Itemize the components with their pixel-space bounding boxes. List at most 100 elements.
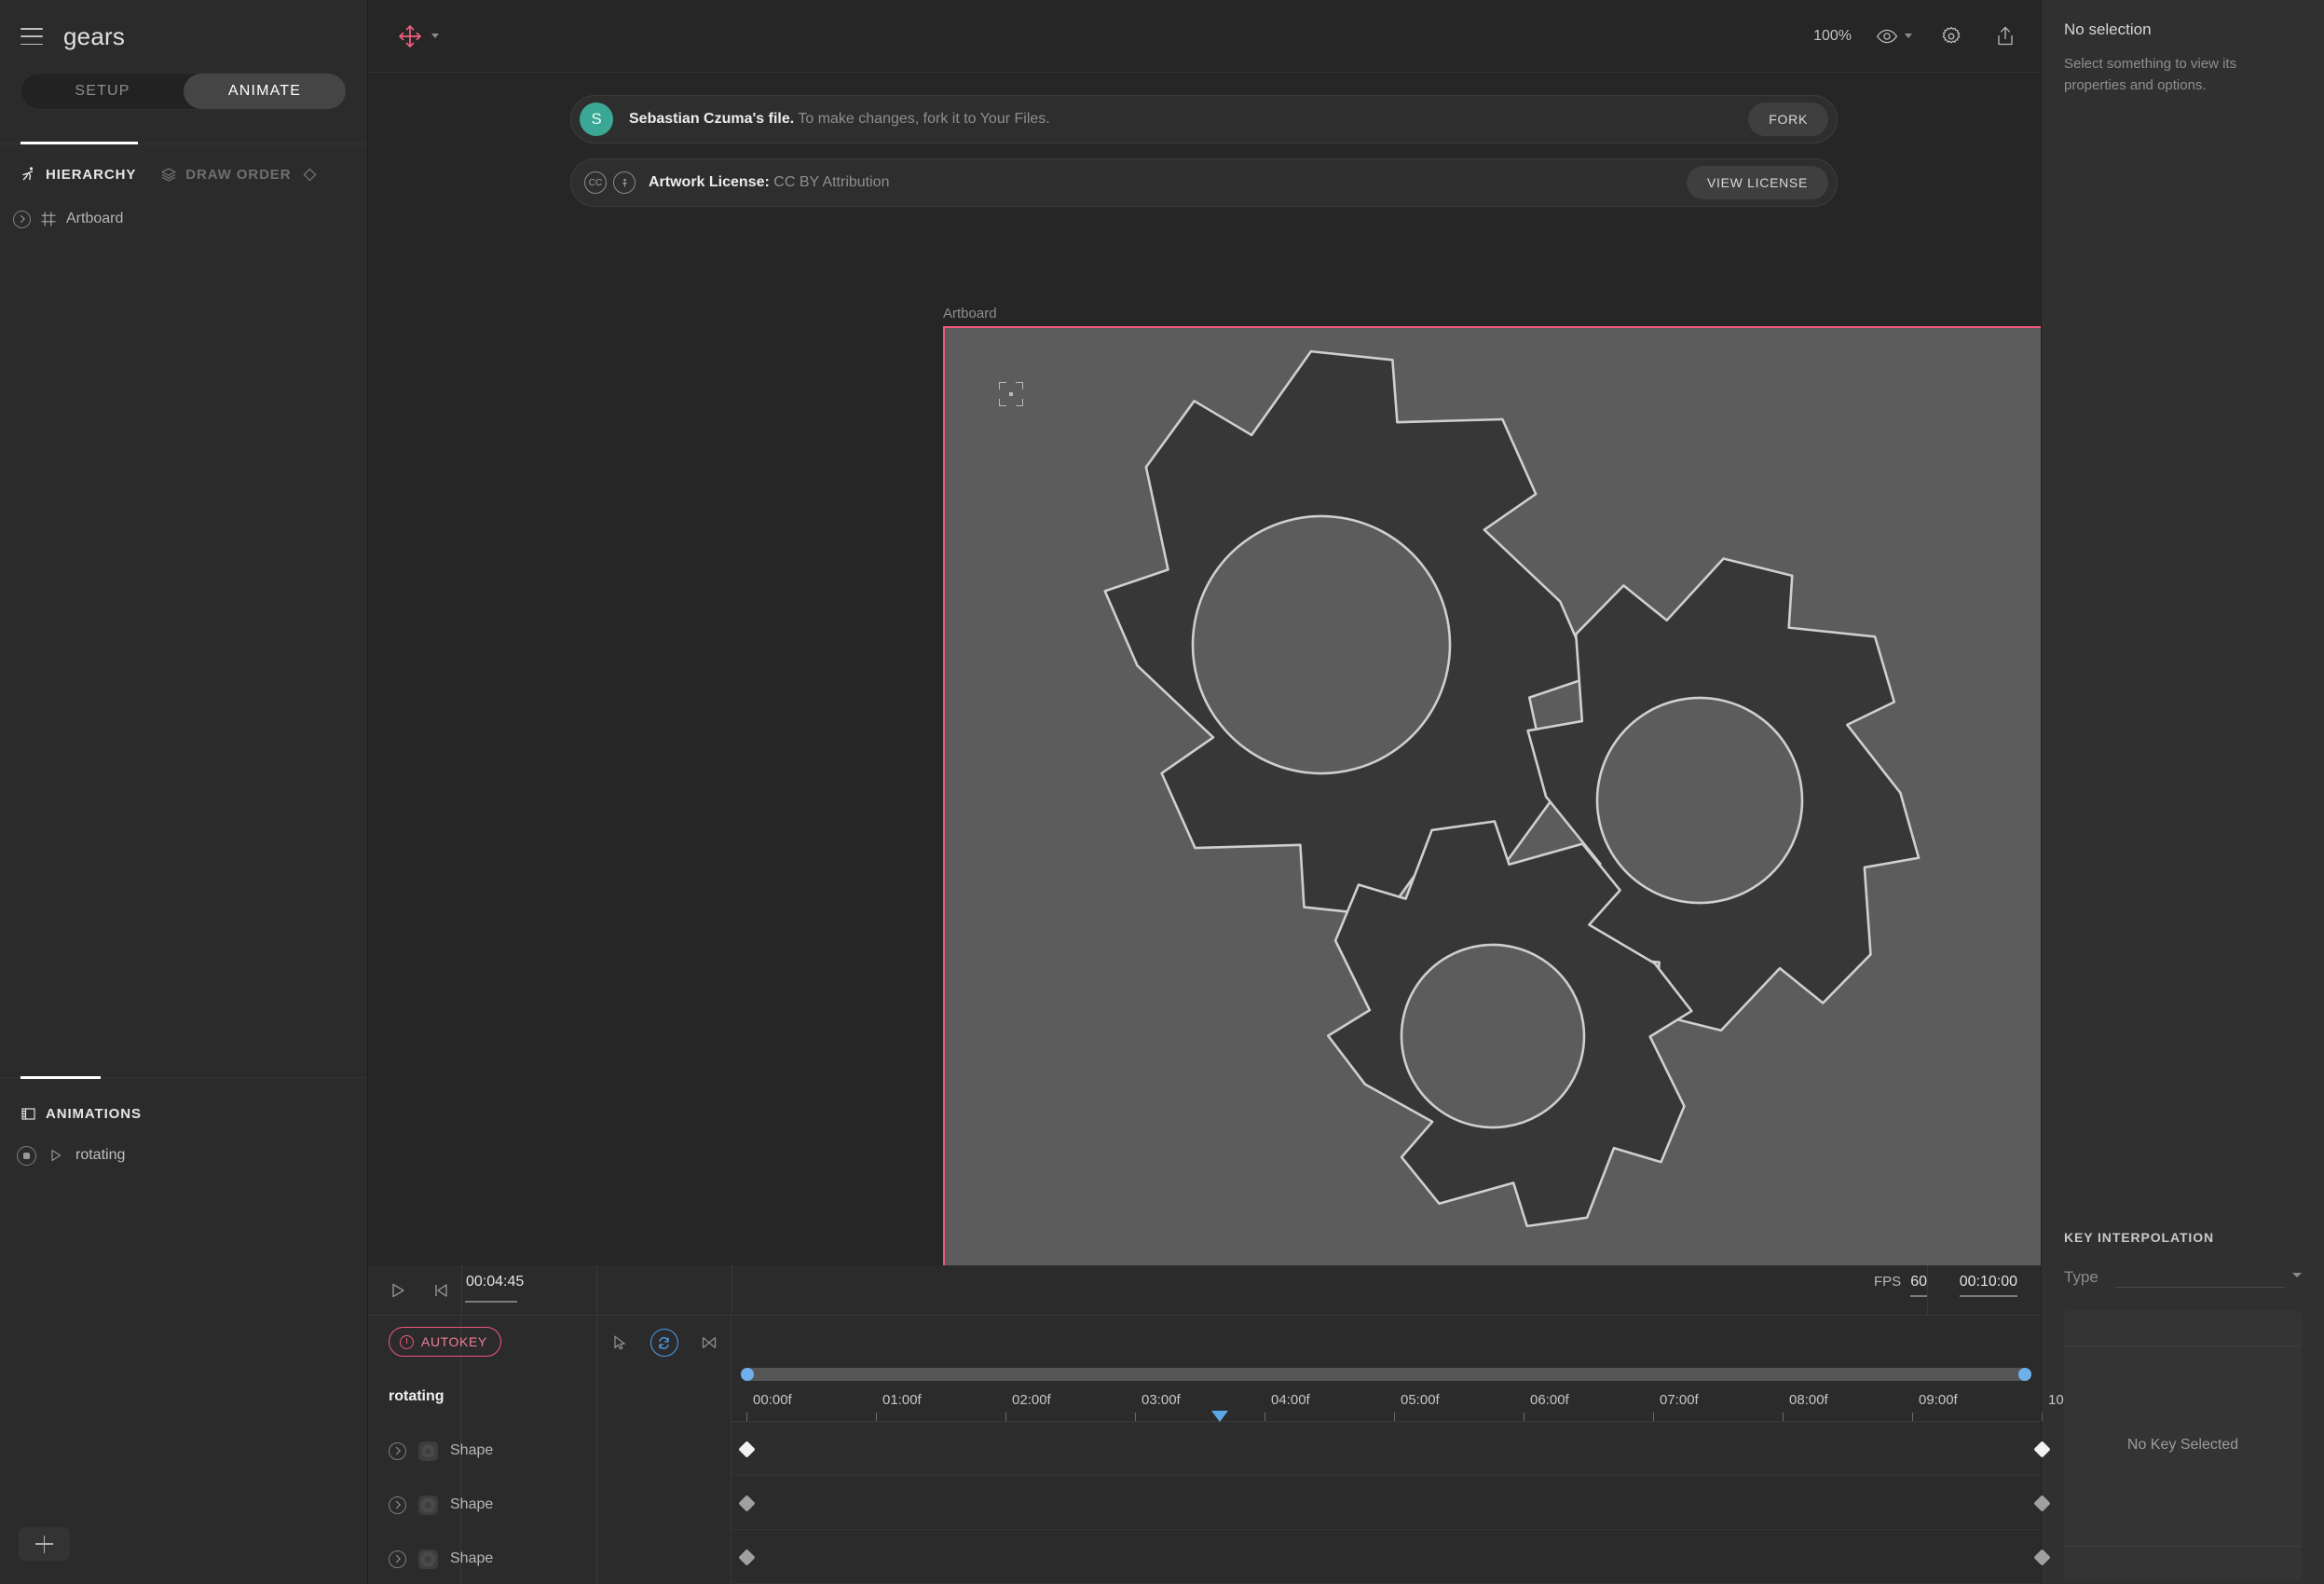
track-name-row[interactable]: Shape	[368, 1478, 596, 1532]
no-key-text: No Key Selected	[2126, 1437, 2239, 1453]
no-key-panel: No Key Selected	[2064, 1310, 2302, 1580]
shape-thumbnail	[418, 1549, 438, 1569]
attribution-person-icon	[613, 171, 636, 194]
share-icon[interactable]	[1990, 21, 2020, 51]
playhead[interactable]	[1211, 1411, 1228, 1422]
zoom-level[interactable]: 100%	[1813, 28, 1852, 45]
chevron-right-icon[interactable]	[389, 1495, 406, 1514]
timeline-topbar: 00:04:45 FPS 60 00:10:00	[368, 1265, 2041, 1316]
license-value: CC BY Attribution	[773, 174, 890, 190]
type-select[interactable]	[2114, 1267, 2302, 1288]
gear-icon[interactable]	[1936, 21, 1966, 51]
eye-icon[interactable]	[1876, 28, 1898, 45]
autokey-label: AUTOKEY	[421, 1334, 487, 1349]
cursor-icon[interactable]	[606, 1329, 634, 1357]
list-item[interactable]: rotating	[0, 1139, 367, 1172]
track-label: Shape	[450, 1550, 494, 1566]
chevron-down-icon[interactable]	[2292, 1273, 2302, 1277]
tab-draw-order-label: DRAW ORDER	[185, 166, 292, 183]
ping-pong-icon[interactable]	[695, 1329, 723, 1357]
animations-list: rotating	[0, 1122, 367, 1172]
table-row[interactable]	[731, 1476, 2051, 1530]
animations-panel: ANIMATIONS rotating	[0, 1076, 367, 1584]
track-label: Shape	[450, 1442, 494, 1458]
type-row: Type	[2042, 1245, 2324, 1288]
diamond-icon	[303, 167, 317, 182]
tab-draw-order[interactable]: DRAW ORDER	[160, 166, 317, 183]
duration-value[interactable]: 00:10:00	[1959, 1274, 2018, 1297]
fork-banner-text: Sebastian Czuma's file. To make changes,…	[629, 111, 1748, 128]
keyframe[interactable]	[737, 1549, 756, 1566]
play-icon[interactable]	[49, 1148, 62, 1163]
rive-editor-window: gears SETUP ANIMATE HIERARCHY DRAW ORDER…	[0, 0, 2324, 1584]
hierarchy-tree: Artboard	[0, 183, 367, 235]
type-label: Type	[2064, 1268, 2098, 1286]
keyframe[interactable]	[737, 1495, 756, 1512]
tree-item-artboard[interactable]: Artboard	[0, 203, 367, 235]
animations-divider	[0, 1076, 367, 1091]
license-banner-text: Artwork License: CC BY Attribution	[649, 174, 1687, 191]
table-row[interactable]	[731, 1530, 2051, 1584]
timeline-panel: 00:04:45 FPS 60 00:10:00 AUTOKEY rotatin…	[368, 1265, 2064, 1584]
skip-to-start-icon[interactable]	[431, 1281, 450, 1300]
tab-hierarchy[interactable]: HIERARCHY	[21, 166, 136, 183]
add-animation-button[interactable]	[19, 1527, 70, 1561]
tab-setup[interactable]: SETUP	[21, 74, 184, 109]
record-icon[interactable]	[17, 1145, 36, 1166]
track-name-list: rotating Shape Shape Shape	[368, 1370, 596, 1584]
chevron-right-icon[interactable]	[389, 1550, 406, 1568]
mode-toggle: SETUP ANIMATE	[21, 73, 347, 110]
fork-button[interactable]: FORK	[1748, 102, 1828, 136]
play-icon[interactable]	[389, 1281, 407, 1300]
timeline-range-scrollbar[interactable]	[741, 1368, 2031, 1381]
chevron-down-icon[interactable]	[431, 34, 439, 38]
chevron-down-icon[interactable]	[1905, 34, 1912, 38]
visibility-control[interactable]	[1876, 28, 1912, 45]
tool-group	[394, 20, 439, 52]
artboard-label: Artboard	[943, 306, 997, 321]
shape-thumbnail	[418, 1495, 438, 1515]
inspector-title: No selection	[2064, 20, 2152, 38]
fork-banner: S Sebastian Czuma's file. To make change…	[570, 95, 1838, 143]
license-icons: CC	[584, 171, 636, 194]
tab-animate[interactable]: ANIMATE	[184, 74, 346, 109]
keyframe[interactable]	[737, 1441, 756, 1458]
track-name-row[interactable]: Shape	[368, 1424, 596, 1478]
animations-header: ANIMATIONS	[0, 1091, 367, 1122]
fps-label: FPS	[1874, 1274, 1902, 1290]
fps-value[interactable]: 60	[1910, 1274, 1927, 1297]
range-start-handle[interactable]	[741, 1368, 754, 1381]
origin-target-icon	[999, 382, 1023, 406]
inspector-panel: No selection Select something to view it…	[2041, 0, 2324, 1584]
current-time[interactable]: 00:04:45	[466, 1274, 524, 1290]
key-interpolation-section: KEY INTERPOLATION Type No Key Selected	[2042, 1230, 2324, 1580]
tab-hierarchy-label: HIERARCHY	[46, 166, 137, 183]
avatar: S	[580, 102, 613, 136]
canvas-area: S Sebastian Czuma's file. To make change…	[368, 73, 2041, 1265]
loop-icon[interactable]	[649, 1329, 678, 1357]
file-header: gears	[0, 0, 367, 73]
license-label: Artwork License:	[649, 174, 770, 190]
artboard[interactable]	[943, 326, 2041, 1265]
artboard-icon	[40, 211, 57, 227]
page-title: gears	[63, 21, 126, 50]
track-name-row[interactable]: Shape	[368, 1532, 596, 1584]
view-license-button[interactable]: VIEW LICENSE	[1687, 166, 1828, 199]
stopwatch-icon	[400, 1334, 414, 1349]
timeline-ruler[interactable]: 00:00f 01:00f 02:00f 03:00f 04:00f 05:00…	[731, 1386, 2064, 1422]
top-toolbar: 100%	[368, 0, 2041, 73]
chevron-right-icon[interactable]	[13, 210, 31, 228]
left-panel: gears SETUP ANIMATE HIERARCHY DRAW ORDER…	[0, 0, 368, 1584]
range-end-handle[interactable]	[2018, 1368, 2031, 1381]
hierarchy-tabs: HIERARCHY DRAW ORDER	[0, 153, 367, 183]
timeline-body: AUTOKEY rotating Shape Shape Shape 00:00…	[368, 1316, 2064, 1584]
fps-control: FPS 60	[1874, 1274, 1927, 1297]
track-name-header: rotating	[389, 1388, 444, 1404]
table-row[interactable]	[731, 1422, 2051, 1476]
chevron-right-icon[interactable]	[389, 1441, 406, 1460]
move-tool-icon[interactable]	[394, 20, 426, 52]
filmstrip-icon	[21, 1106, 36, 1122]
autokey-toggle[interactable]: AUTOKEY	[389, 1327, 501, 1357]
menu-icon[interactable]	[21, 28, 43, 45]
track-label: Shape	[450, 1496, 494, 1512]
